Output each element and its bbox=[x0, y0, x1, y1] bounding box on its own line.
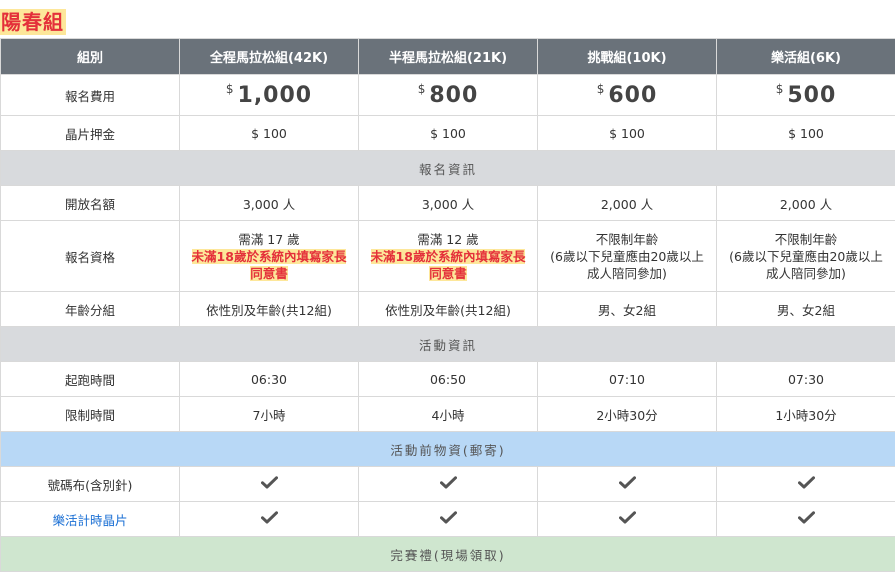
check-icon bbox=[260, 476, 278, 489]
chip-label-link[interactable]: 樂活計時晶片 bbox=[0, 501, 180, 537]
age-groups-value: 依性別及年齡(共12組) bbox=[179, 291, 359, 327]
parental-consent-warning: 未滿18歲於系統內填寫家長 bbox=[370, 248, 526, 264]
check-icon bbox=[618, 476, 636, 489]
bib-check-cell bbox=[537, 466, 717, 502]
section-registration-row: 報名資訊 bbox=[0, 150, 895, 186]
chip-row: 樂活計時晶片 bbox=[0, 501, 895, 537]
chip-check-cell bbox=[358, 501, 538, 537]
fee-row: 報名費用 $1,000 $800 $600 $500 bbox=[0, 74, 895, 116]
time-limit-label: 限制時間 bbox=[0, 396, 180, 432]
check-icon bbox=[439, 476, 457, 489]
age-groups-value: 男、女2組 bbox=[537, 291, 717, 327]
header-half-marathon: 半程馬拉松組(21K) bbox=[358, 38, 538, 75]
section-activity-row: 活動資訊 bbox=[0, 326, 895, 362]
currency-symbol: $ bbox=[596, 82, 606, 96]
fee-label: 報名費用 bbox=[0, 74, 180, 116]
age-groups-value: 依性別及年齡(共12組) bbox=[358, 291, 538, 327]
currency-symbol: $ bbox=[775, 82, 785, 96]
currency-symbol: $ bbox=[417, 82, 427, 96]
start-time-value: 07:30 bbox=[716, 361, 895, 397]
parental-consent-warning: 未滿18歲於系統內填寫家長 bbox=[191, 248, 347, 264]
bib-check-cell bbox=[358, 466, 538, 502]
check-icon bbox=[797, 476, 815, 489]
start-time-value: 07:10 bbox=[537, 361, 717, 397]
eligibility-note-cont: 成人陪同參加) bbox=[587, 265, 667, 281]
fee-value: 1,000 bbox=[237, 83, 313, 108]
check-icon bbox=[260, 511, 278, 524]
deposit-value: $ 100 bbox=[716, 115, 895, 151]
fee-value: 800 bbox=[429, 83, 479, 108]
bib-check-cell bbox=[716, 466, 895, 502]
eligibility-label: 報名資格 bbox=[0, 220, 180, 292]
eligibility-age: 需滿 17 歲 bbox=[238, 231, 300, 247]
header-leisure: 樂活組(6K) bbox=[716, 38, 895, 75]
eligibility-note: (6歲以下兒童應由20歲以上 bbox=[550, 248, 704, 264]
fee-challenge: $600 bbox=[537, 74, 717, 116]
header-challenge: 挑戰組(10K) bbox=[537, 38, 717, 75]
section-finish-row: 完賽禮(現場領取) bbox=[0, 536, 895, 572]
header-group: 組別 bbox=[0, 38, 180, 75]
eligibility-note-cont: 成人陪同參加) bbox=[766, 265, 846, 281]
page-title-wrap: 陽春組 bbox=[0, 9, 66, 37]
eligibility-note: (6歲以下兒童應由20歲以上 bbox=[729, 248, 883, 264]
chip-check-cell bbox=[716, 501, 895, 537]
parental-consent-warning-cont: 同意書 bbox=[250, 265, 288, 281]
section-pre-event: 活動前物資(郵寄) bbox=[0, 431, 895, 467]
fee-half: $800 bbox=[358, 74, 538, 116]
deposit-label: 晶片押金 bbox=[0, 115, 180, 151]
fee-value: 600 bbox=[608, 83, 658, 108]
time-limit-value: 4小時 bbox=[358, 396, 538, 432]
quota-value: 3,000 人 bbox=[358, 185, 538, 221]
parental-consent-warning-cont: 同意書 bbox=[429, 265, 467, 281]
time-limit-row: 限制時間 7小時 4小時 2小時30分 1小時30分 bbox=[0, 396, 895, 432]
fee-full: $1,000 bbox=[179, 74, 359, 116]
check-icon bbox=[618, 511, 636, 524]
quota-value: 3,000 人 bbox=[179, 185, 359, 221]
deposit-value: $ 100 bbox=[179, 115, 359, 151]
age-groups-row: 年齡分組 依性別及年齡(共12組) 依性別及年齡(共12組) 男、女2組 男、女… bbox=[0, 291, 895, 327]
deposit-row: 晶片押金 $ 100 $ 100 $ 100 $ 100 bbox=[0, 115, 895, 151]
section-pre-event-row: 活動前物資(郵寄) bbox=[0, 431, 895, 467]
start-time-row: 起跑時間 06:30 06:50 07:10 07:30 bbox=[0, 361, 895, 397]
check-icon bbox=[797, 511, 815, 524]
eligibility-half: 需滿 12 歲 未滿18歲於系統內填寫家長 同意書 bbox=[358, 220, 538, 292]
quota-label: 開放名額 bbox=[0, 185, 180, 221]
quota-value: 2,000 人 bbox=[537, 185, 717, 221]
start-time-value: 06:30 bbox=[179, 361, 359, 397]
time-limit-value: 1小時30分 bbox=[716, 396, 895, 432]
page-title: 陽春組 bbox=[0, 9, 66, 35]
eligibility-challenge: 不限制年齡 (6歲以下兒童應由20歲以上 成人陪同參加) bbox=[537, 220, 717, 292]
eligibility-leisure: 不限制年齡 (6歲以下兒童應由20歲以上 成人陪同參加) bbox=[716, 220, 895, 292]
bib-row: 號碼布(含別針) bbox=[0, 466, 895, 502]
quota-row: 開放名額 3,000 人 3,000 人 2,000 人 2,000 人 bbox=[0, 185, 895, 221]
currency-symbol: $ bbox=[225, 82, 235, 96]
check-icon bbox=[439, 511, 457, 524]
bib-label: 號碼布(含別針) bbox=[0, 466, 180, 502]
start-time-label: 起跑時間 bbox=[0, 361, 180, 397]
quota-value: 2,000 人 bbox=[716, 185, 895, 221]
eligibility-row: 報名資格 需滿 17 歲 未滿18歲於系統內填寫家長 同意書 需滿 12 歲 未… bbox=[0, 220, 895, 292]
bib-check-cell bbox=[179, 466, 359, 502]
pricing-table: 組別 全程馬拉松組(42K) 半程馬拉松組(21K) 挑戰組(10K) 樂活組(… bbox=[0, 38, 895, 572]
header-row: 組別 全程馬拉松組(42K) 半程馬拉松組(21K) 挑戰組(10K) 樂活組(… bbox=[0, 38, 895, 75]
time-limit-value: 2小時30分 bbox=[537, 396, 717, 432]
eligibility-full: 需滿 17 歲 未滿18歲於系統內填寫家長 同意書 bbox=[179, 220, 359, 292]
eligibility-age: 需滿 12 歲 bbox=[417, 231, 479, 247]
age-groups-label: 年齡分組 bbox=[0, 291, 180, 327]
header-full-marathon: 全程馬拉松組(42K) bbox=[179, 38, 359, 75]
deposit-value: $ 100 bbox=[358, 115, 538, 151]
deposit-value: $ 100 bbox=[537, 115, 717, 151]
fee-value: 500 bbox=[787, 83, 837, 108]
chip-check-cell bbox=[179, 501, 359, 537]
start-time-value: 06:50 bbox=[358, 361, 538, 397]
eligibility-age: 不限制年齡 bbox=[774, 231, 838, 247]
age-groups-value: 男、女2組 bbox=[716, 291, 895, 327]
section-finish: 完賽禮(現場領取) bbox=[0, 536, 895, 572]
section-registration: 報名資訊 bbox=[0, 150, 895, 186]
eligibility-age: 不限制年齡 bbox=[595, 231, 659, 247]
chip-check-cell bbox=[537, 501, 717, 537]
section-activity: 活動資訊 bbox=[0, 326, 895, 362]
fee-leisure: $500 bbox=[716, 74, 895, 116]
time-limit-value: 7小時 bbox=[179, 396, 359, 432]
